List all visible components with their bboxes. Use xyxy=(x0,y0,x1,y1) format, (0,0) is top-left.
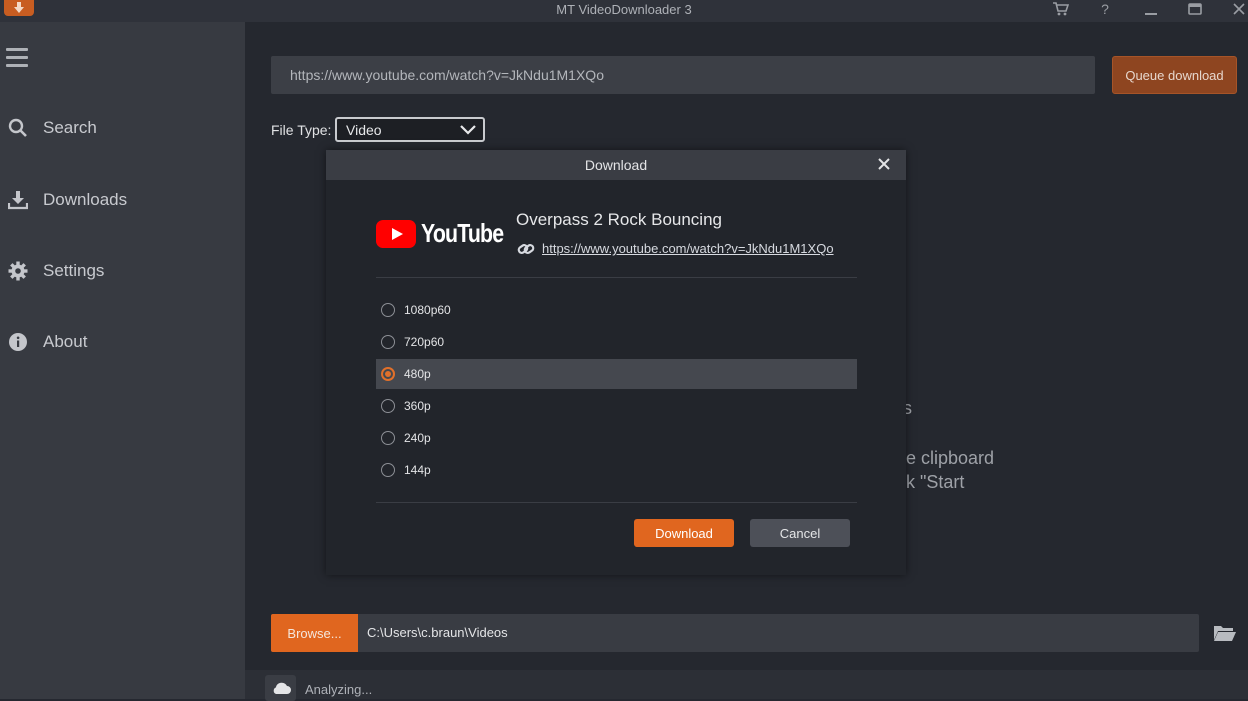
download-icon xyxy=(8,190,28,210)
sidebar-item-label: About xyxy=(43,332,88,351)
quality-option-label: 144p xyxy=(404,463,431,477)
quality-option-720p60[interactable]: 720p60 xyxy=(376,327,857,357)
chevron-down-icon xyxy=(460,125,476,135)
sidebar-item-settings[interactable]: Settings xyxy=(0,251,245,291)
radio-button[interactable] xyxy=(381,303,395,317)
radio-button[interactable] xyxy=(381,463,395,477)
sidebar: Search Downloads Settings About xyxy=(0,22,245,699)
background-instruction-line-1: e clipboard xyxy=(906,448,995,468)
quality-option-label: 480p xyxy=(404,367,431,381)
radio-button[interactable] xyxy=(381,399,395,413)
radio-button[interactable] xyxy=(381,335,395,349)
quality-option-240p[interactable]: 240p xyxy=(376,423,857,453)
radio-button[interactable] xyxy=(381,431,395,445)
search-icon xyxy=(8,118,28,138)
dialog-title: Download xyxy=(584,157,648,173)
link-icon xyxy=(517,244,535,254)
folder-open-icon[interactable] xyxy=(1213,624,1237,642)
divider xyxy=(376,277,857,278)
restore-icon[interactable] xyxy=(1184,0,1206,18)
divider xyxy=(376,502,857,503)
quality-option-480p[interactable]: 480p xyxy=(376,359,857,389)
download-button[interactable]: Download xyxy=(634,519,734,547)
video-url-link[interactable]: https://www.youtube.com/watch?v=JkNdu1M1… xyxy=(542,241,834,256)
title-bar: MT VideoDownloader 3 ? xyxy=(0,0,1248,22)
close-icon[interactable] xyxy=(876,156,892,172)
file-type-label: File Type: xyxy=(271,122,332,138)
download-dialog: Download YouTube Overpass 2 Rock Bouncin… xyxy=(326,150,906,575)
youtube-play-icon xyxy=(376,219,416,248)
background-instruction-line-2: k "Start xyxy=(906,472,965,492)
quality-option-label: 1080p60 xyxy=(404,303,451,317)
file-type-value: Video xyxy=(346,121,382,138)
youtube-wordmark: YouTube xyxy=(421,218,504,248)
cart-icon[interactable] xyxy=(1050,0,1072,18)
file-type-select[interactable]: Video xyxy=(335,117,485,142)
dialog-header: Download xyxy=(326,150,906,180)
quality-option-label: 360p xyxy=(404,399,431,413)
sidebar-item-downloads[interactable]: Downloads xyxy=(0,180,245,220)
sidebar-item-label: Search xyxy=(43,118,97,137)
save-path-field[interactable]: C:\Users\c.braun\Videos xyxy=(367,625,508,640)
close-window-icon[interactable] xyxy=(1228,0,1248,18)
status-bar: Analyzing... xyxy=(245,670,1248,701)
youtube-logo: YouTube xyxy=(376,218,521,249)
radio-button-selected[interactable] xyxy=(381,367,395,381)
gear-icon xyxy=(8,261,28,281)
url-input[interactable] xyxy=(271,56,1095,94)
status-text: Analyzing... xyxy=(305,682,373,697)
quality-option-label: 720p60 xyxy=(404,335,445,349)
help-icon[interactable]: ? xyxy=(1094,0,1116,18)
quality-option-144p[interactable]: 144p xyxy=(376,455,857,485)
quality-option-1080p60[interactable]: 1080p60 xyxy=(376,295,857,325)
info-icon xyxy=(8,332,28,352)
sidebar-item-about[interactable]: About xyxy=(0,322,245,362)
browse-button[interactable]: Browse... xyxy=(271,614,358,652)
sidebar-item-label: Downloads xyxy=(43,190,128,209)
queue-download-button[interactable]: Queue download xyxy=(1112,56,1237,94)
save-location-bar: Browse... C:\Users\c.braun\Videos xyxy=(271,614,1199,652)
sidebar-item-label: Settings xyxy=(43,261,105,280)
sidebar-item-search[interactable]: Search xyxy=(0,108,245,148)
video-title: Overpass 2 Rock Bouncing xyxy=(516,210,722,229)
cloud-icon xyxy=(265,675,296,701)
quality-option-label: 240p xyxy=(404,431,431,445)
menu-icon[interactable] xyxy=(6,48,28,72)
minimize-icon[interactable] xyxy=(1140,0,1162,18)
cancel-button[interactable]: Cancel xyxy=(750,519,850,547)
quality-option-360p[interactable]: 360p xyxy=(376,391,857,421)
